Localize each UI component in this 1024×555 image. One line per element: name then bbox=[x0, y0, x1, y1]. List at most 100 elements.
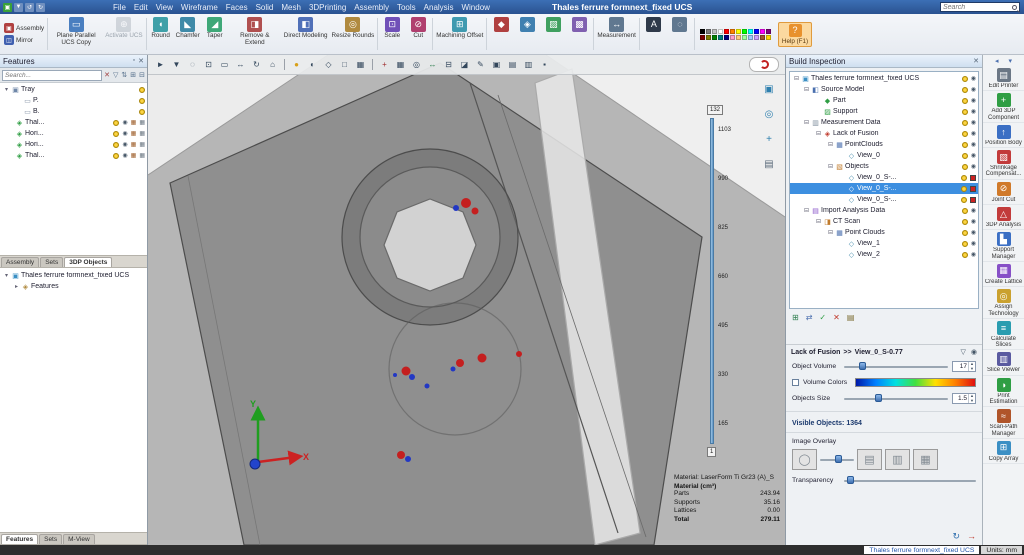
text-tool-button[interactable]: A bbox=[641, 15, 667, 53]
resize-rounds-button[interactable]: ◎ Resize Rounds bbox=[330, 15, 377, 53]
chamfer-button[interactable]: ◣ Chamfer bbox=[174, 15, 202, 53]
pan-icon[interactable]: ↔ bbox=[234, 58, 247, 72]
palette-color-swatch[interactable] bbox=[754, 35, 759, 40]
visibility-bulb-icon[interactable] bbox=[961, 186, 967, 192]
palette-color-swatch[interactable] bbox=[766, 35, 771, 40]
menu-item[interactable]: File bbox=[113, 3, 126, 12]
color-swatch[interactable] bbox=[970, 186, 976, 192]
palette-color-swatch[interactable] bbox=[730, 35, 735, 40]
close-icon[interactable]: ✕ bbox=[973, 57, 979, 65]
position-body-button[interactable]: ↑ Position Body bbox=[983, 123, 1024, 148]
activate-ucs-button[interactable]: ⊕ Activate UCS bbox=[103, 15, 144, 53]
visibility-eye-icon[interactable] bbox=[971, 131, 976, 137]
compare-icon[interactable]: ⇄ bbox=[806, 314, 813, 322]
palette-color-swatch[interactable] bbox=[760, 35, 765, 40]
visibility-eye-icon[interactable]: ◉ bbox=[971, 348, 977, 356]
support-manager-button[interactable]: ▙ Support Manager bbox=[983, 230, 1024, 262]
refresh-icon[interactable]: ↻ bbox=[952, 531, 960, 542]
overlay-machine2-thumb[interactable]: ▥ bbox=[885, 449, 910, 470]
tree-row[interactable]: ◇ View_2 bbox=[790, 249, 978, 260]
hidden-edges-icon[interactable]: □ bbox=[338, 58, 351, 72]
overlay-machine-thumb[interactable]: ▤ bbox=[857, 449, 882, 470]
visibility-eye-icon[interactable] bbox=[971, 230, 976, 236]
select-icon[interactable]: ► bbox=[154, 58, 167, 72]
objects-size-slider[interactable] bbox=[844, 394, 948, 403]
viewport-3d-scene[interactable]: Y X bbox=[148, 55, 785, 545]
shrinkage-compensation-button[interactable]: ▧ Shrinkage Compensat... bbox=[983, 148, 1024, 180]
mirror-button[interactable]: ◫ Mirror bbox=[4, 35, 44, 45]
global-search[interactable] bbox=[940, 2, 1020, 12]
visibility-bulb-icon[interactable] bbox=[113, 131, 119, 137]
color-swatch[interactable] bbox=[970, 175, 976, 181]
menu-item[interactable]: Assembly bbox=[354, 3, 389, 12]
calculate-slices-button[interactable]: ≡ Calculate Slices bbox=[983, 319, 1024, 351]
tree-row[interactable]: ⊟ ▧ Objects bbox=[790, 161, 978, 172]
tree-row[interactable]: ◇ View_0 bbox=[790, 150, 978, 161]
menu-item[interactable]: View bbox=[156, 3, 173, 12]
visibility-bulb-icon[interactable] bbox=[961, 175, 967, 181]
visibility-eye-icon[interactable] bbox=[971, 76, 976, 82]
visibility-bulb-icon[interactable] bbox=[139, 98, 145, 104]
tree-expander-icon[interactable]: ⊟ bbox=[802, 119, 811, 126]
visibility-eye-icon[interactable] bbox=[971, 219, 976, 225]
tree-row[interactable]: ⊟ ▦ Point Clouds bbox=[790, 227, 978, 238]
orientation-icon[interactable]: ◎ bbox=[761, 106, 777, 122]
tab[interactable]: M-View bbox=[63, 534, 95, 544]
visibility-bulb-icon[interactable] bbox=[113, 142, 119, 148]
tree-row[interactable]: ◆ Part bbox=[790, 95, 978, 106]
tree-row[interactable]: ▨ Support bbox=[790, 106, 978, 117]
visibility-eye-icon[interactable] bbox=[971, 252, 976, 258]
zoom-tool-button[interactable]: ◌ bbox=[667, 15, 693, 53]
taper-button[interactable]: ◢ Taper bbox=[202, 15, 228, 53]
sort-icon[interactable]: ⇅ bbox=[121, 72, 127, 79]
tree-row[interactable]: ▭ B. bbox=[0, 106, 147, 117]
objects-size-spinner[interactable]: 1.5 bbox=[952, 393, 976, 404]
section-view-icon[interactable]: ⊟ bbox=[442, 58, 455, 72]
palette-color-swatch[interactable] bbox=[754, 29, 759, 34]
display-mode-icon[interactable] bbox=[131, 120, 137, 126]
search-icon[interactable] bbox=[1012, 5, 1017, 10]
mesh-offset-button[interactable]: ▨ bbox=[540, 15, 566, 53]
visibility-bulb-icon[interactable] bbox=[961, 197, 967, 203]
joint-cut-button[interactable]: ⊘ Joint Cut bbox=[983, 180, 1024, 205]
palette-color-swatch[interactable] bbox=[706, 35, 711, 40]
visibility-bulb-icon[interactable] bbox=[962, 76, 968, 82]
palette-color-swatch[interactable] bbox=[724, 29, 729, 34]
spin-down-icon[interactable] bbox=[969, 367, 975, 372]
visibility-eye-icon[interactable] bbox=[971, 87, 976, 93]
plane-parallel-ucs-copy-button[interactable]: ▭ Plane Parallel UCS Copy bbox=[49, 15, 103, 53]
tree-row[interactable]: ◇ View_1 bbox=[790, 238, 978, 249]
collapse-all-icon[interactable]: ⊟ bbox=[139, 72, 145, 79]
save-icon[interactable]: ▼ bbox=[14, 3, 23, 12]
tree-row[interactable]: ◈ Thal... bbox=[0, 150, 147, 161]
tab[interactable]: Sets bbox=[39, 534, 62, 544]
tab[interactable]: 3DP Objects bbox=[64, 257, 112, 267]
visibility-bulb-icon[interactable] bbox=[962, 164, 968, 170]
overlay-plate-thumb[interactable]: ▦ bbox=[913, 449, 938, 470]
edit-printer-button[interactable]: ▤ Edit Printer bbox=[983, 66, 1024, 91]
visibility-eye-icon[interactable] bbox=[122, 142, 127, 148]
menu-item[interactable]: Window bbox=[461, 3, 489, 12]
visibility-eye-icon[interactable] bbox=[122, 153, 127, 159]
tree-row[interactable]: ⊟ ▦ PointClouds bbox=[790, 139, 978, 150]
tree-expander-icon[interactable]: ▾ bbox=[2, 272, 11, 279]
menu-item[interactable]: Edit bbox=[134, 3, 148, 12]
tab[interactable]: Sets bbox=[40, 257, 63, 267]
tree-row[interactable]: ▾ ▣ Thales ferrure formnext_fixed UCS bbox=[0, 270, 147, 281]
object-volume-slider[interactable] bbox=[844, 362, 948, 371]
palette-color-swatch[interactable] bbox=[700, 35, 705, 40]
palette-color-swatch[interactable] bbox=[760, 29, 765, 34]
tree-expander-icon[interactable]: ⊟ bbox=[826, 141, 835, 148]
view-cube-icon[interactable]: ▣ bbox=[761, 81, 777, 97]
tree-row[interactable]: ▸ ◈ Features bbox=[0, 281, 147, 292]
clipping-icon[interactable]: ◪ bbox=[458, 58, 471, 72]
funnel-filter-icon[interactable]: ▽ bbox=[961, 348, 966, 356]
scale-button[interactable]: ⊡ Scale bbox=[379, 15, 405, 53]
exit-inspection-icon[interactable]: → bbox=[967, 531, 976, 542]
palette-color-swatch[interactable] bbox=[718, 35, 723, 40]
create-lattice-button[interactable]: ▦ Create Lattice bbox=[983, 262, 1024, 287]
visibility-bulb-icon[interactable] bbox=[962, 98, 968, 104]
tree-row[interactable]: ⊟ ◧ Source Model bbox=[790, 84, 978, 95]
mesh-smooth-button[interactable]: ◈ bbox=[514, 15, 540, 53]
tree-expander-icon[interactable]: ⊟ bbox=[826, 163, 835, 170]
